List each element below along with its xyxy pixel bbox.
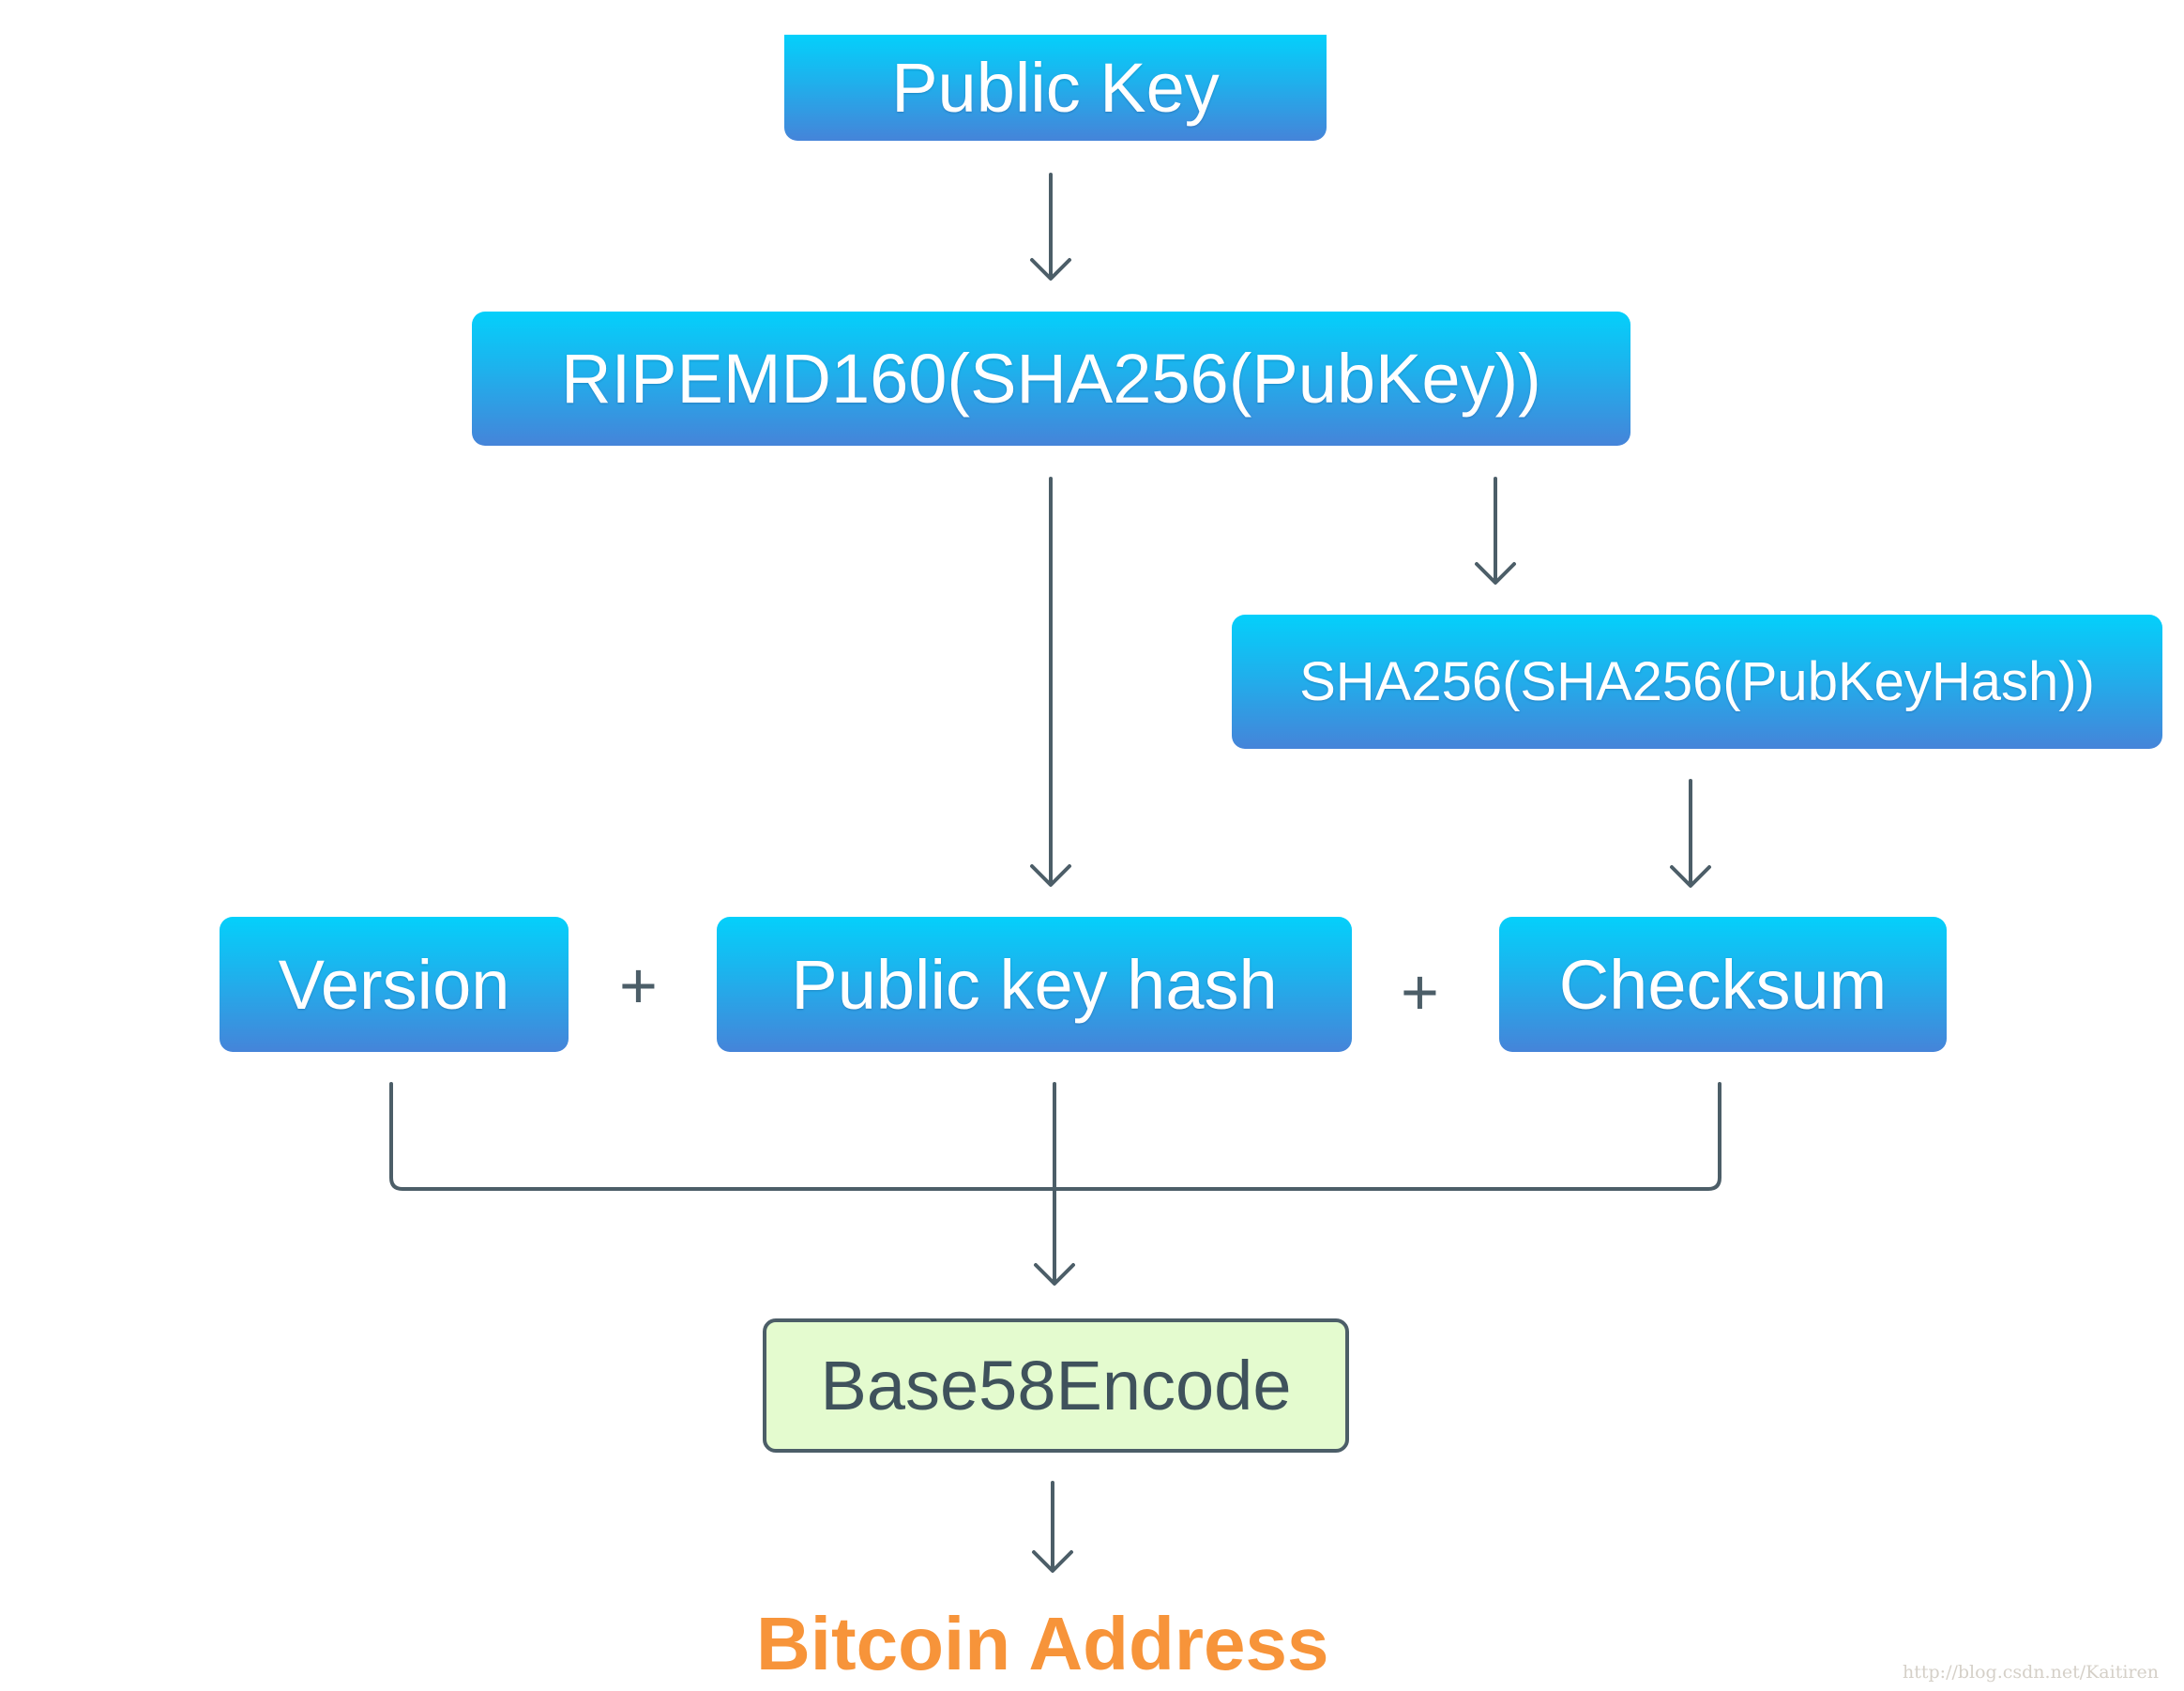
arrow-sha-to-checksum: [1670, 779, 1711, 888]
node-public-key-hash: Public key hash: [717, 917, 1352, 1052]
watermark: http://blog.csdn.net/Kaitiren: [1903, 1662, 2159, 1683]
arrow-ripemd-to-sha: [1475, 477, 1516, 585]
arrow-ripemd-to-pkh: [1030, 477, 1071, 887]
arrow-pubkey-to-ripemd: [1030, 173, 1071, 281]
node-base58-encode: Base58Encode: [763, 1318, 1349, 1453]
plus-operator: +: [1401, 955, 1439, 1028]
node-label: Public key hash: [791, 945, 1278, 1024]
node-label: Base58Encode: [820, 1347, 1292, 1424]
node-checksum: Checksum: [1499, 917, 1947, 1052]
node-label: Version: [278, 945, 510, 1024]
result-bitcoin-address: Bitcoin Address: [756, 1602, 1329, 1685]
node-double-sha256: SHA256(SHA256(PubKeyHash)): [1232, 615, 2162, 749]
node-label: Checksum: [1558, 945, 1888, 1024]
node-version: Version: [220, 917, 569, 1052]
arrow-base58-to-address: [1032, 1481, 1073, 1573]
plus-operator: +: [619, 949, 658, 1022]
node-public-key: Public Key: [784, 35, 1327, 141]
node-ripemd160-sha256: RIPEMD160(SHA256(PubKey)): [472, 312, 1630, 446]
node-label: RIPEMD160(SHA256(PubKey)): [561, 340, 1541, 418]
node-label: SHA256(SHA256(PubKeyHash)): [1299, 651, 2095, 712]
bracket-merge-line: [389, 1082, 1721, 1286]
node-label: Public Key: [891, 49, 1220, 127]
